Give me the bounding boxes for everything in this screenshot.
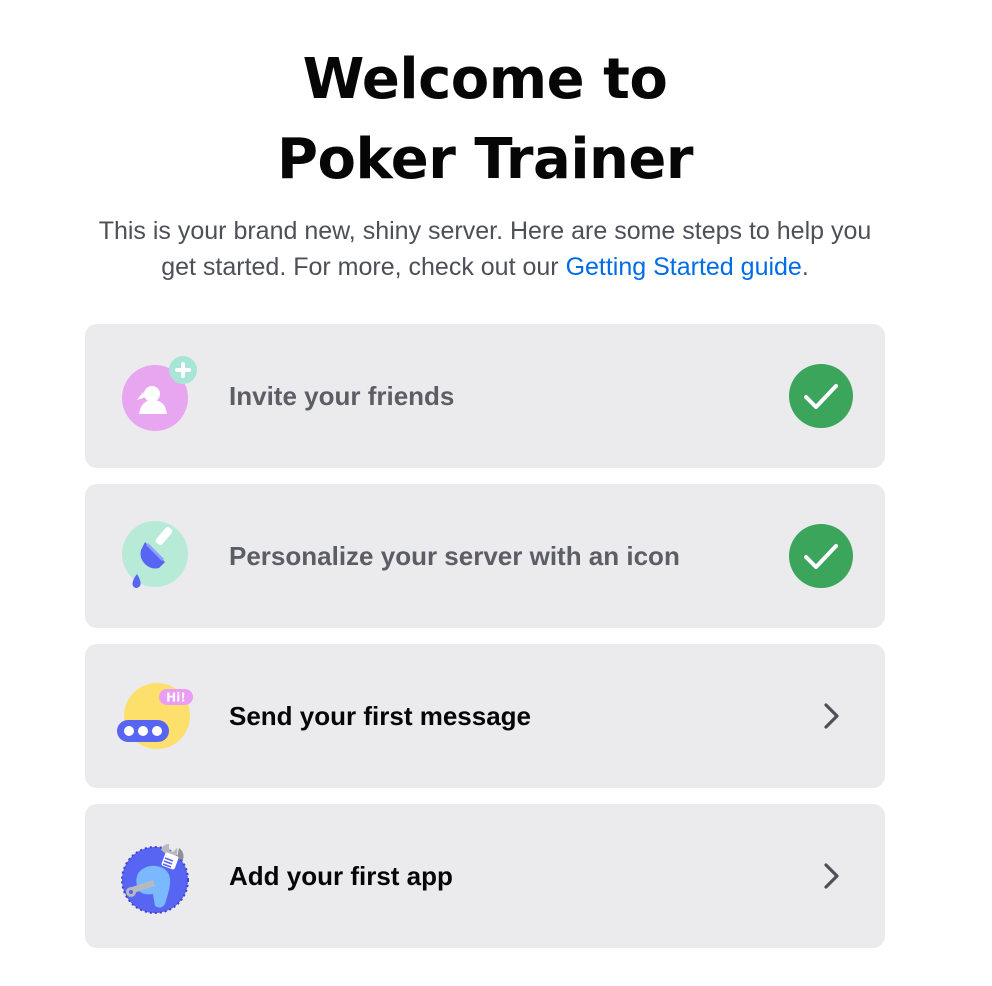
wrench-app-icon [117, 834, 201, 918]
title-line-1: Welcome to [302, 47, 668, 112]
chevron-right-icon [815, 860, 847, 892]
intro-text: This is your brand new, shiny server. He… [90, 213, 880, 285]
invite-friends-icon [117, 354, 201, 438]
step-label: Add your first app [229, 861, 453, 891]
getting-started-link[interactable]: Getting Started guide [566, 253, 802, 281]
step-send-message[interactable]: Hi! Send your first message [85, 644, 885, 788]
checkmark-icon [789, 364, 853, 428]
svg-text:Hi!: Hi! [166, 691, 186, 705]
checkmark-icon [789, 524, 853, 588]
step-invite-friends[interactable]: Invite your friends [85, 324, 885, 468]
paintbrush-icon [117, 514, 201, 598]
step-add-app[interactable]: Add your first app [85, 804, 885, 948]
page-title: Welcome to Poker Trainer [0, 40, 970, 200]
intro-end: . [801, 253, 809, 281]
chevron-right-icon [815, 700, 847, 732]
step-label: Personalize your server with an icon [229, 541, 680, 571]
step-label: Invite your friends [229, 381, 455, 411]
title-line-2: Poker Trainer [277, 127, 693, 192]
chat-bubble-icon: Hi! [117, 674, 201, 758]
step-label: Send your first message [229, 701, 531, 731]
step-personalize-server[interactable]: Personalize your server with an icon [85, 484, 885, 628]
